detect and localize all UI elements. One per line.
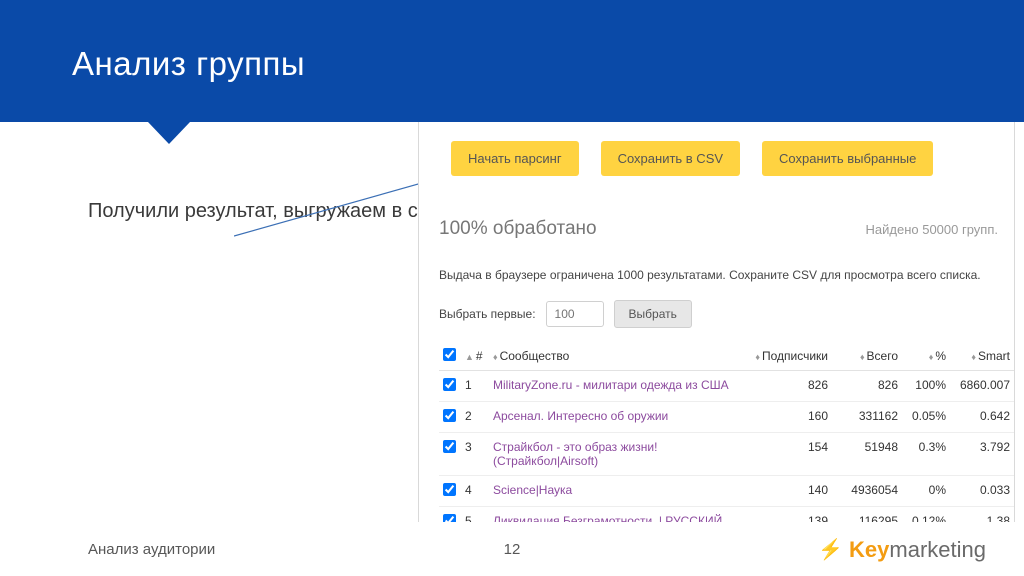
row-community[interactable]: MilitaryZone.ru - милитари одежда из США bbox=[489, 371, 751, 402]
save-selected-button[interactable]: Сохранить выбранные bbox=[762, 141, 933, 176]
col-total[interactable]: Всего bbox=[867, 349, 898, 363]
row-smart: 3.792 bbox=[950, 433, 1014, 476]
table-row: 3 Страйкбол - это образ жизни! (Страйкбо… bbox=[439, 433, 1014, 476]
row-pct: 0.3% bbox=[902, 433, 950, 476]
annotation-note: Получили результат, выгружаем в csv bbox=[88, 198, 438, 225]
row-pct: 0.12% bbox=[902, 507, 950, 523]
lightning-icon: ⚡ bbox=[818, 537, 843, 562]
row-checkbox[interactable] bbox=[443, 440, 456, 453]
table-row: 5 Ликвидация Безграмотности. | РУССКИЙ 1… bbox=[439, 507, 1014, 523]
row-pct: 100% bbox=[902, 371, 950, 402]
row-num: 2 bbox=[461, 402, 489, 433]
row-checkbox[interactable] bbox=[443, 378, 456, 391]
row-total: 826 bbox=[832, 371, 902, 402]
table-row: 4 Science|Наука 140 4936054 0% 0.033 bbox=[439, 476, 1014, 507]
col-pct[interactable]: % bbox=[935, 349, 946, 363]
table-header-row: ▲# ♦Сообщество ♦Подписчики ♦Всего ♦% ♦Sm… bbox=[439, 342, 1014, 371]
row-community[interactable]: Ликвидация Безграмотности. | РУССКИЙ bbox=[489, 507, 751, 523]
brand-key: Key bbox=[849, 537, 889, 562]
table-row: 2 Арсенал. Интересно об оружии 160 33116… bbox=[439, 402, 1014, 433]
row-smart: 6860.007 bbox=[950, 371, 1014, 402]
save-csv-button[interactable]: Сохранить в CSV bbox=[601, 141, 740, 176]
col-smart[interactable]: Smart bbox=[978, 349, 1010, 363]
row-subs: 826 bbox=[751, 371, 832, 402]
select-first-button[interactable]: Выбрать bbox=[614, 300, 692, 328]
row-pct: 0% bbox=[902, 476, 950, 507]
row-num: 4 bbox=[461, 476, 489, 507]
row-community[interactable]: Science|Наука bbox=[489, 476, 751, 507]
status-row: 100% обработано Найдено 50000 групп. bbox=[419, 218, 1014, 240]
start-parsing-button[interactable]: Начать парсинг bbox=[451, 141, 579, 176]
row-num: 5 bbox=[461, 507, 489, 523]
brand-marketing: marketing bbox=[889, 537, 986, 562]
brand-logo: ⚡ Keymarketing bbox=[818, 537, 986, 563]
row-smart: 0.642 bbox=[950, 402, 1014, 433]
select-all-checkbox[interactable] bbox=[443, 348, 456, 361]
row-smart: 0.033 bbox=[950, 476, 1014, 507]
action-buttons: Начать парсинг Сохранить в CSV Сохранить… bbox=[419, 122, 1014, 194]
select-first-row: Выбрать первые: Выбрать bbox=[419, 282, 1014, 342]
col-community[interactable]: Сообщество bbox=[500, 349, 570, 363]
row-checkbox[interactable] bbox=[443, 483, 456, 496]
header-band: Анализ группы bbox=[0, 0, 1024, 122]
row-checkbox[interactable] bbox=[443, 409, 456, 422]
results-panel: Начать парсинг Сохранить в CSV Сохранить… bbox=[418, 122, 1015, 522]
row-subs: 154 bbox=[751, 433, 832, 476]
slide-title: Анализ группы bbox=[0, 0, 1024, 83]
pointer-icon bbox=[148, 122, 190, 144]
progress-text: 100% обработано bbox=[439, 218, 597, 240]
row-community[interactable]: Арсенал. Интересно об оружии bbox=[489, 402, 751, 433]
results-table: ▲# ♦Сообщество ♦Подписчики ♦Всего ♦% ♦Sm… bbox=[439, 342, 1014, 522]
select-first-label: Выбрать первые: bbox=[439, 307, 536, 321]
row-smart: 1.38 bbox=[950, 507, 1014, 523]
row-total: 4936054 bbox=[832, 476, 902, 507]
row-num: 1 bbox=[461, 371, 489, 402]
row-num: 3 bbox=[461, 433, 489, 476]
row-checkbox[interactable] bbox=[443, 514, 456, 522]
row-total: 331162 bbox=[832, 402, 902, 433]
row-subs: 139 bbox=[751, 507, 832, 523]
row-pct: 0.05% bbox=[902, 402, 950, 433]
table-row: 1 MilitaryZone.ru - милитари одежда из С… bbox=[439, 371, 1014, 402]
col-num[interactable]: # bbox=[476, 349, 483, 363]
row-subs: 140 bbox=[751, 476, 832, 507]
limit-hint: Выдача в браузере ограничена 1000 резуль… bbox=[419, 240, 1014, 282]
col-subs[interactable]: Подписчики bbox=[762, 349, 828, 363]
footer-left: Анализ аудитории bbox=[0, 541, 215, 558]
footer: Анализ аудитории 12 ⚡ Keymarketing bbox=[0, 541, 1024, 558]
row-total: 116295 bbox=[832, 507, 902, 523]
select-first-input[interactable] bbox=[546, 301, 604, 327]
row-subs: 160 bbox=[751, 402, 832, 433]
row-total: 51948 bbox=[832, 433, 902, 476]
page-number: 12 bbox=[504, 541, 521, 558]
found-text: Найдено 50000 групп. bbox=[866, 222, 999, 237]
row-community[interactable]: Страйкбол - это образ жизни! (Страйкбол|… bbox=[489, 433, 751, 476]
